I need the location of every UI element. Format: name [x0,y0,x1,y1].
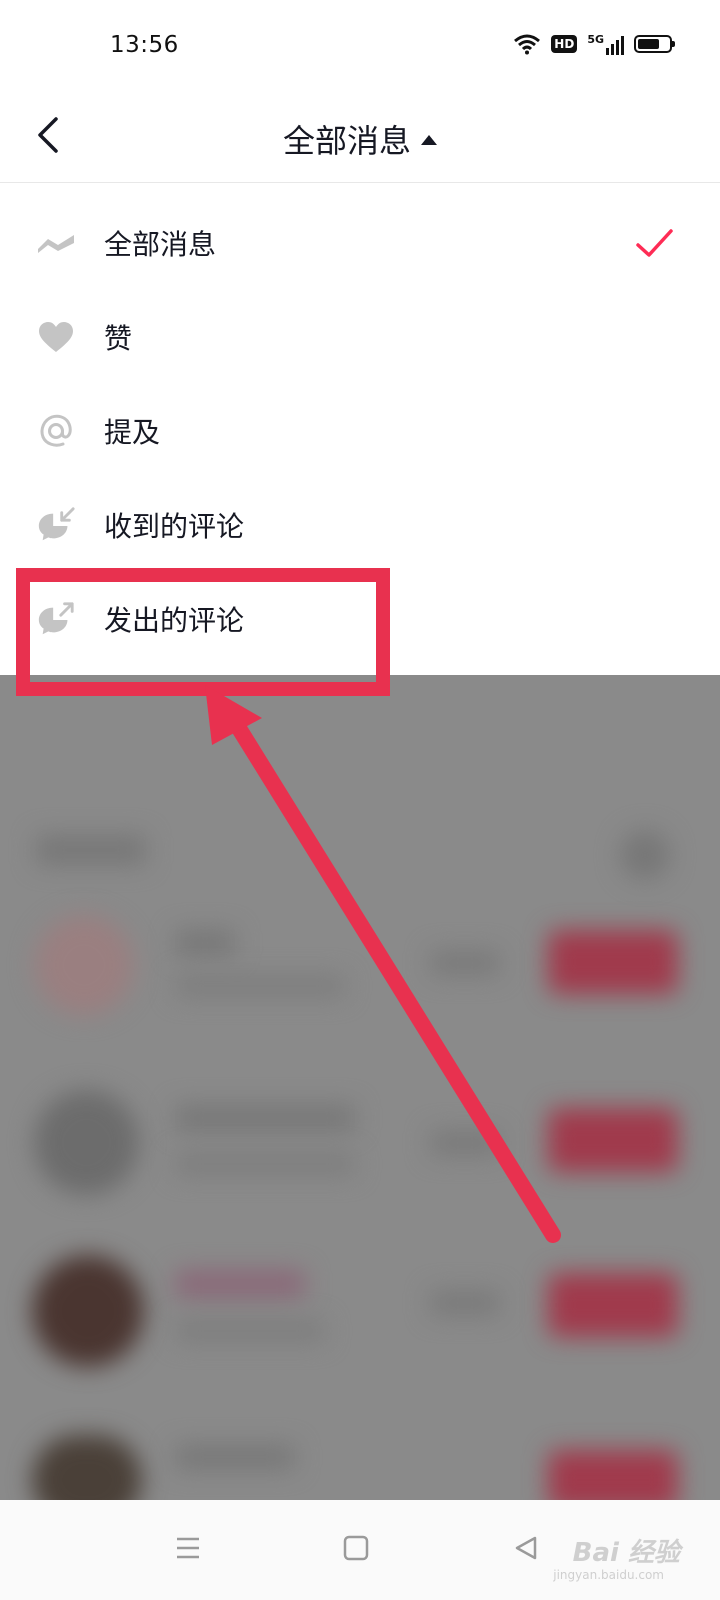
back-triangle-icon [515,1536,537,1560]
menu-item-all-messages[interactable]: 全部消息 [0,195,720,291]
home-icon [343,1535,369,1561]
menu-item-likes[interactable]: 赞 [0,289,720,385]
menu-item-label: 提及 [104,416,161,449]
heart-icon [36,317,76,357]
comment-received-icon [36,505,76,545]
check-icon [636,229,673,257]
battery-fill [638,39,659,49]
blurred-text [175,975,345,997]
menu-button[interactable] [168,1528,208,1568]
home-button[interactable] [336,1528,376,1568]
dimmed-background[interactable] [0,675,720,1515]
comment-sent-icon [36,599,76,639]
blurred-text [430,950,500,976]
nav-header: 全部消息 [0,96,720,183]
blurred-avatar [34,915,134,1015]
menu-item-mentions[interactable]: 提及 [0,383,720,479]
blurred-text [175,1153,355,1175]
menu-icon [177,1537,199,1559]
hd-badge: HD [551,35,578,53]
menu-item-label: 全部消息 [104,228,217,261]
menu-item-sent-comments[interactable]: 发出的评论 [0,571,720,667]
blurred-text [430,1290,500,1316]
blurred-text [430,1130,500,1156]
wifi-icon [514,34,541,55]
caret-up-icon [421,135,437,145]
blurred-avatar [32,1255,144,1367]
status-time: 13:56 [110,32,179,58]
blurred-text [175,1270,305,1298]
message-filter-menu: 全部消息 赞 提及 收到的评论 发出的评论 [0,183,720,689]
blurred-text [175,1105,355,1131]
menu-item-received-comments[interactable]: 收到的评论 [0,477,720,573]
blurred-button [548,1108,678,1172]
baidu-watermark: Bai 经验 [572,1538,680,1568]
menu-item-label: 收到的评论 [104,510,245,543]
blurred-text [175,1320,325,1342]
status-bar: 13:56 HD 5G [0,0,720,96]
network-type-label: 5G [587,32,604,46]
menu-item-label: 发出的评论 [104,604,245,637]
back-nav-button[interactable] [506,1528,546,1568]
signal-group: 5G [587,34,624,55]
status-icons: HD 5G [513,33,675,55]
page-title: 全部消息 [282,122,411,160]
blurred-icon [620,830,670,880]
blurred-text [175,930,235,956]
blurred-text [175,1445,295,1469]
header-title-dropdown[interactable]: 全部消息 [0,116,720,162]
blurred-avatar [34,1090,139,1195]
blurred-button [548,1273,678,1337]
wave-icon [36,223,76,263]
at-icon [36,411,76,451]
baidu-watermark-url: jingyan.baidu.com [553,1568,664,1582]
battery-icon [634,35,675,53]
signal-icon [606,35,624,55]
menu-item-label: 赞 [104,322,133,355]
blurred-button [548,930,678,994]
blurred-section-title [36,835,146,865]
